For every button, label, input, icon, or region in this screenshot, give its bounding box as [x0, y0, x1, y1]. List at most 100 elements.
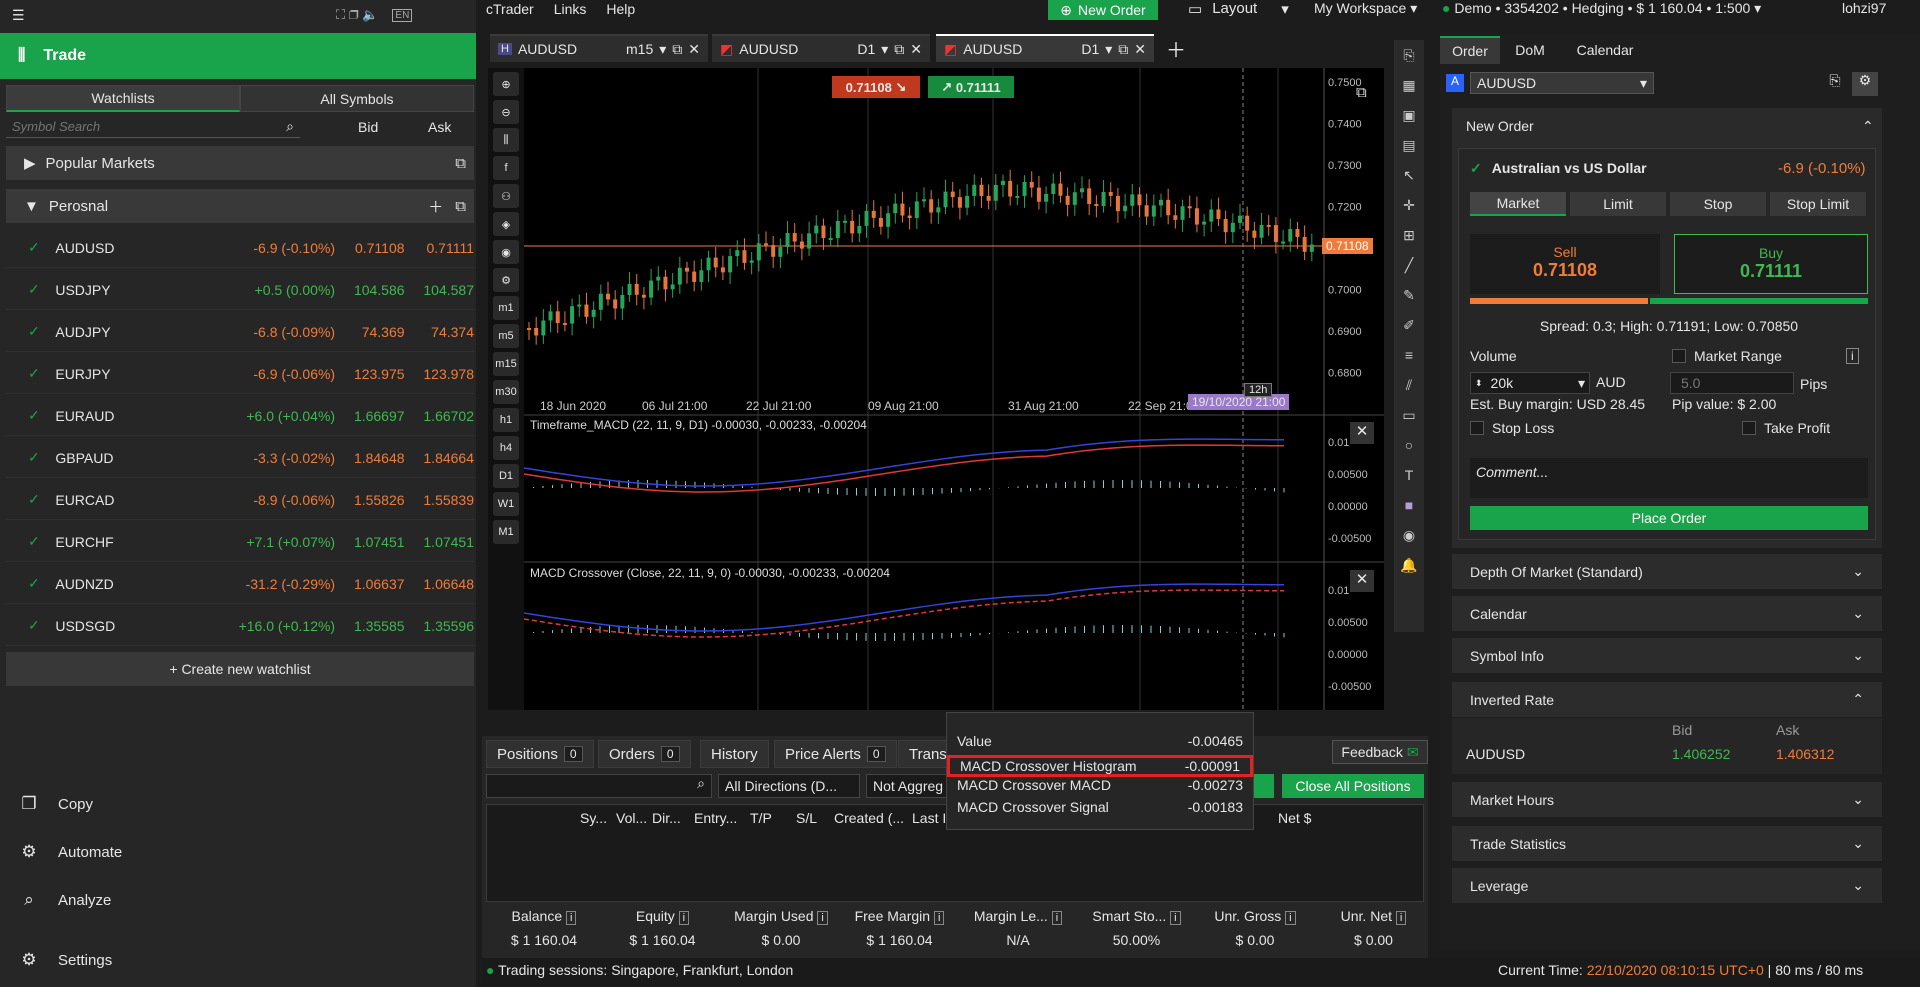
- color-icon[interactable]: ■: [1394, 490, 1424, 520]
- tab-positions[interactable]: Positions 0: [486, 740, 594, 768]
- pen-icon[interactable]: ✎: [1394, 280, 1424, 310]
- nav-settings[interactable]: ⚙ Settings: [0, 938, 476, 982]
- info-icon[interactable]: i: [933, 911, 945, 925]
- timeframe-button[interactable]: D1: [493, 464, 519, 488]
- stepper-icon[interactable]: ⬍: [1475, 378, 1483, 389]
- place-order-button[interactable]: Place Order: [1470, 506, 1868, 530]
- column-header[interactable]: Dir...: [652, 810, 681, 826]
- collapsible-panel[interactable]: Inverted Rate ⌃: [1452, 682, 1882, 717]
- create-watchlist-button[interactable]: + Create new watchlist: [6, 652, 474, 686]
- timeframe-button[interactable]: m30: [493, 380, 519, 404]
- info-icon[interactable]: i: [1395, 911, 1407, 925]
- list-item[interactable]: ✓ AUDNZD -31.2 (-0.29%) 1.06637 1.06648: [6, 564, 474, 604]
- list-item[interactable]: ✓ AUDJPY -6.8 (-0.09%) 74.369 74.374: [6, 312, 474, 352]
- popout-icon[interactable]: ⧉: [1118, 41, 1128, 58]
- popout-icon[interactable]: ⧉: [455, 155, 466, 172]
- tab-dom[interactable]: DoM: [1500, 36, 1560, 64]
- nav-copy[interactable]: ❐ Copy: [0, 782, 476, 826]
- column-header[interactable]: T/P: [750, 810, 772, 826]
- list-item[interactable]: ✓ USDSGD +16.0 (+0.12%) 1.35585 1.35596: [6, 606, 474, 646]
- tab-all-symbols[interactable]: All Symbols: [240, 85, 474, 112]
- search-icon[interactable]: ⌕: [286, 118, 294, 135]
- market-range-checkbox[interactable]: Market Range: [1672, 348, 1782, 364]
- list-item[interactable]: ✓ AUDUSD -6.9 (-0.10%) 0.71108 0.71111: [6, 228, 474, 268]
- new-order-heading[interactable]: New Order: [1466, 118, 1534, 134]
- screenshot-icon[interactable]: ⎘: [1822, 72, 1848, 96]
- column-header[interactable]: Entry...: [694, 810, 737, 826]
- tab-orders[interactable]: Orders 0: [598, 740, 691, 768]
- order-type-tab[interactable]: Stop Limit: [1770, 192, 1866, 216]
- robot-icon[interactable]: ⚇: [493, 184, 519, 208]
- rectangle-icon[interactable]: ▭: [1394, 400, 1424, 430]
- eye-icon[interactable]: ◉: [493, 240, 519, 264]
- stop-loss-checkbox[interactable]: Stop Loss: [1470, 420, 1554, 436]
- split-chart-icon[interactable]: ▤: [1394, 130, 1424, 160]
- channel-icon[interactable]: ⫽: [1394, 370, 1424, 400]
- fib-icon[interactable]: ≡: [1394, 340, 1424, 370]
- symbol-search-input[interactable]: [12, 119, 252, 134]
- order-type-tab[interactable]: Limit: [1570, 192, 1666, 216]
- direction-filter[interactable]: All Directions (D...: [718, 774, 860, 798]
- account-selector[interactable]: ● Demo • 3354202 • Hedging • $ 1 160.04 …: [1442, 0, 1761, 17]
- close-indicator-2-button[interactable]: ✕: [1350, 570, 1374, 592]
- order-type-tab[interactable]: Market: [1470, 192, 1566, 216]
- zoom-in-icon[interactable]: ⊕: [493, 72, 519, 96]
- workspace-menu[interactable]: My Workspace ▾: [1314, 0, 1417, 17]
- take-profit-checkbox[interactable]: Take Profit: [1742, 420, 1830, 436]
- info-icon[interactable]: i: [817, 911, 828, 925]
- symbol-select[interactable]: AUDUSD ▾: [1470, 72, 1654, 94]
- nav-automate[interactable]: ⚙ Automate: [0, 830, 476, 874]
- aggregation-filter[interactable]: Not Aggreg: [866, 774, 954, 798]
- close-all-positions-button[interactable]: Close All Positions: [1282, 774, 1424, 798]
- new-order-button[interactable]: ⊕ New Order: [1048, 0, 1158, 20]
- menu-help[interactable]: Help: [606, 1, 635, 17]
- tab-chart-1[interactable]: H AUDUSD m15 ▾ ⧉ ✕: [490, 34, 708, 62]
- circle-icon[interactable]: ○: [1394, 430, 1424, 460]
- line-icon[interactable]: ╱: [1394, 250, 1424, 280]
- grid-icon[interactable]: ▦: [1394, 70, 1424, 100]
- symbol-search[interactable]: ⌕: [6, 116, 300, 138]
- hamburger-icon[interactable]: ☰: [12, 0, 25, 30]
- list-item[interactable]: ✓ GBPAUD -3.3 (-0.02%) 1.84648 1.84664: [6, 438, 474, 478]
- facebook-icon[interactable]: f: [493, 156, 519, 180]
- layers-icon[interactable]: ◈: [493, 212, 519, 236]
- collapsible-panel[interactable]: Market Hours ⌄: [1452, 782, 1882, 817]
- timeframe-button[interactable]: h4: [493, 436, 519, 460]
- order-button-edge[interactable]: [1254, 774, 1274, 798]
- info-icon[interactable]: i: [678, 911, 690, 925]
- popular-markets-section[interactable]: ▶ Popular Markets ⧉: [6, 146, 474, 180]
- pips-input[interactable]: 5.0: [1670, 372, 1794, 394]
- volume-input[interactable]: ⬍ 20k ▾: [1470, 372, 1590, 394]
- tab-chart-2[interactable]: ◩ AUDUSD D1 ▾ ⧉ ✕: [712, 34, 930, 62]
- settings-gear-icon[interactable]: ⚙: [1852, 72, 1878, 96]
- column-header[interactable]: Created (...: [834, 810, 904, 826]
- chevron-up-icon[interactable]: ⌃: [1862, 118, 1874, 135]
- tab-order[interactable]: Order: [1440, 36, 1500, 64]
- quick-sell-button[interactable]: 0.71108 ↘: [832, 76, 920, 98]
- feedback-button[interactable]: Feedback ✉: [1332, 740, 1428, 764]
- crosshair-icon[interactable]: ✛: [1394, 190, 1424, 220]
- add-tab-button[interactable]: ＋: [1166, 34, 1186, 63]
- eye-icon[interactable]: ◉: [1394, 520, 1424, 550]
- sell-button[interactable]: Sell 0.71108: [1470, 234, 1660, 294]
- column-header[interactable]: Last I: [912, 810, 946, 826]
- quick-buy-button[interactable]: ↗ 0.71111: [928, 76, 1014, 98]
- info-icon[interactable]: i: [1170, 911, 1181, 925]
- tab-price-alerts[interactable]: Price Alerts 0: [774, 740, 897, 768]
- timeframe-button[interactable]: h1: [493, 408, 519, 432]
- comment-input[interactable]: Comment...: [1470, 458, 1868, 498]
- list-item[interactable]: ✓ EURCHF +7.1 (+0.07%) 1.07451 1.07451: [6, 522, 474, 562]
- info-icon[interactable]: i: [566, 911, 577, 925]
- column-header[interactable]: Net $: [1278, 810, 1311, 826]
- timeframe-button[interactable]: m1: [493, 296, 519, 320]
- tab-calendar[interactable]: Calendar: [1560, 36, 1650, 64]
- column-header[interactable]: Sy...: [580, 810, 607, 826]
- menu-ctrader[interactable]: cTrader: [486, 1, 534, 17]
- popout-icon[interactable]: ⧉: [894, 41, 904, 58]
- info-icon[interactable]: i: [1846, 348, 1859, 364]
- collapsible-panel[interactable]: Trade Statistics ⌄: [1452, 826, 1882, 861]
- personal-section[interactable]: ▼ Perosnal ＋ ⧉: [6, 189, 474, 223]
- tab-chart-3[interactable]: ◩ AUDUSD D1 ▾ ⧉ ✕: [936, 34, 1154, 62]
- info-icon[interactable]: i: [1051, 911, 1063, 925]
- settings-icon[interactable]: ⚙: [493, 268, 519, 292]
